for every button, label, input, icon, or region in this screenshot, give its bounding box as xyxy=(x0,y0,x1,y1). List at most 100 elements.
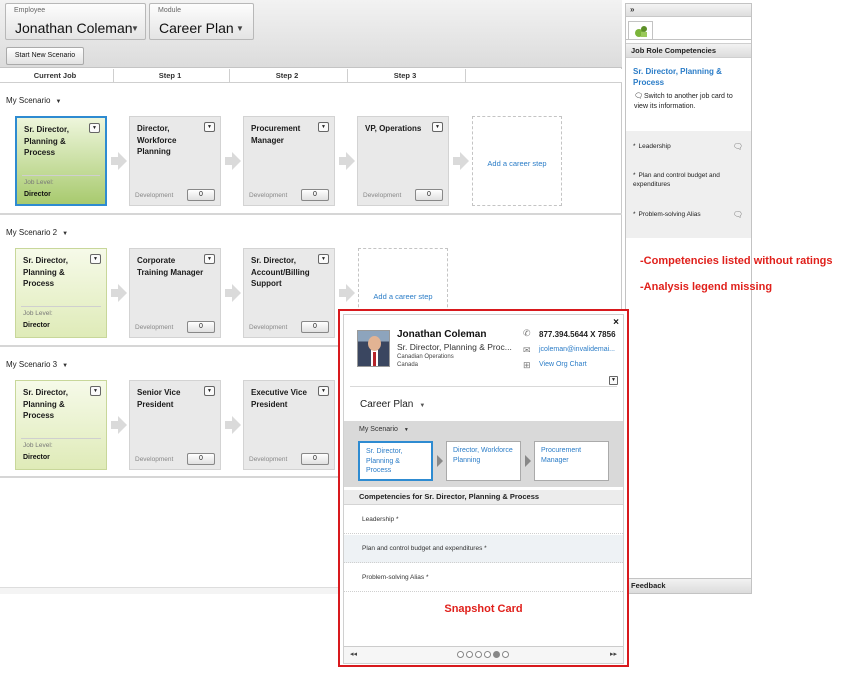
feedback-bar[interactable]: Feedback xyxy=(626,578,751,593)
card-menu-icon[interactable]: ▼ xyxy=(89,123,100,133)
page-dot[interactable] xyxy=(484,651,491,658)
job-card-title: Sr. Director, Planning & Process xyxy=(24,125,69,157)
card-menu-icon[interactable]: ▼ xyxy=(204,386,215,396)
step-arrow-icon xyxy=(453,152,469,170)
page-dot[interactable] xyxy=(502,651,509,658)
column-step-3: Step 3 xyxy=(393,71,417,80)
module-value: Career Plan xyxy=(360,399,414,410)
competency-item: * Plan and control budget and expenditure… xyxy=(633,172,720,188)
development-count-button[interactable]: 0 xyxy=(187,189,215,201)
next-page-button[interactable]: ▸▸ xyxy=(610,650,617,658)
speech-bubble-icon: 🗨 xyxy=(634,93,643,100)
start-new-scenario-button[interactable]: Start New Scenario xyxy=(6,47,84,65)
card-menu-icon[interactable]: ▼ xyxy=(318,254,329,264)
competency-row[interactable]: Plan and control budget and expenditures… xyxy=(344,535,623,563)
scenario-name: My Scenario xyxy=(359,426,398,433)
development-label: Development xyxy=(249,324,288,331)
view-org-chart-link[interactable]: View Org Chart xyxy=(539,361,587,368)
module-selector[interactable]: Career Plan ▼ xyxy=(360,399,425,410)
job-card-title: Procurement Manager xyxy=(251,124,301,145)
page-dot[interactable] xyxy=(457,651,464,658)
job-level-value: Director xyxy=(24,191,51,198)
module-value: Career Plan xyxy=(159,20,234,36)
career-plan-screen: Employee Jonathan Coleman ▼ Module Caree… xyxy=(0,0,867,681)
competency-row[interactable]: Problem-solving Alias * xyxy=(344,564,623,592)
card-menu-icon[interactable]: ▼ xyxy=(90,386,101,396)
step-arrow-icon xyxy=(525,455,531,467)
chevron-down-icon: ▼ xyxy=(403,427,409,433)
job-card-title: Executive Vice President xyxy=(251,388,307,409)
comment-icon[interactable]: 🗨 xyxy=(733,142,743,151)
development-count-button[interactable]: 0 xyxy=(301,453,329,465)
step-arrow-icon xyxy=(225,152,241,170)
development-count-button[interactable]: 0 xyxy=(187,453,215,465)
competency-row[interactable]: Leadership * xyxy=(344,506,623,534)
mini-job-card[interactable]: Procurement Manager xyxy=(534,441,609,481)
employee-country: Canada xyxy=(397,362,419,368)
scenario-name: My Scenario xyxy=(6,96,51,105)
development-count-button[interactable]: 0 xyxy=(301,189,329,201)
mini-job-card[interactable]: Director, Workforce Planning xyxy=(446,441,521,481)
module-selector[interactable]: Module Career Plan ▼ xyxy=(149,3,254,40)
card-menu-icon[interactable]: ▼ xyxy=(90,254,101,264)
job-card-step[interactable]: Senior Vice President ▼ Development 0 xyxy=(129,380,221,470)
page-dot[interactable] xyxy=(466,651,473,658)
job-card-step[interactable]: Sr. Director, Account/Billing Support ▼ … xyxy=(243,248,335,338)
employee-caption: Employee xyxy=(14,7,46,14)
page-dot[interactable] xyxy=(475,651,482,658)
panel-collapse-button[interactable]: » xyxy=(626,4,751,17)
employee-value: Jonathan Coleman xyxy=(15,20,133,36)
step-arrow-icon xyxy=(339,152,355,170)
job-card-current[interactable]: Sr. Director, Planning & Process ▼ Job L… xyxy=(15,248,107,338)
development-label: Development xyxy=(135,324,174,331)
chevron-down-icon: ▼ xyxy=(62,363,69,369)
divider xyxy=(350,386,617,387)
mini-job-card[interactable]: Sr. Director, Planning & Process xyxy=(358,441,433,481)
development-count-button[interactable]: 0 xyxy=(187,321,215,333)
step-arrow-icon xyxy=(111,284,127,302)
competencies-tab[interactable] xyxy=(628,21,653,39)
job-card-step[interactable]: Director, Workforce Planning ▼ Developme… xyxy=(129,116,221,206)
phone-icon: ✆ xyxy=(523,328,531,338)
scenario-title[interactable]: My Scenario ▼ xyxy=(6,96,61,105)
development-count-button[interactable]: 0 xyxy=(415,189,443,201)
employee-selector[interactable]: Employee Jonathan Coleman ▼ xyxy=(5,3,146,40)
panel-info-text: Switch to another job card to view its i… xyxy=(634,93,733,110)
job-card-title: Senior Vice President xyxy=(137,388,181,409)
scenario-selector[interactable]: My Scenario ▼ xyxy=(359,426,409,433)
close-icon[interactable]: × xyxy=(613,317,619,328)
job-card-step[interactable]: Executive Vice President ▼ Development 0 xyxy=(243,380,335,470)
card-menu-icon[interactable]: ▼ xyxy=(318,122,329,132)
job-card-step[interactable]: Procurement Manager ▼ Development 0 xyxy=(243,116,335,206)
column-divider xyxy=(347,69,348,83)
column-step-1: Step 1 xyxy=(158,71,182,80)
development-label: Development xyxy=(135,456,174,463)
job-card-current[interactable]: Sr. Director, Planning & Process ▼ Job L… xyxy=(15,380,107,470)
step-arrow-icon xyxy=(225,284,241,302)
expand-icon[interactable]: ▼ xyxy=(609,376,618,385)
job-card-step[interactable]: Corporate Training Manager ▼ Development… xyxy=(129,248,221,338)
card-menu-icon[interactable]: ▼ xyxy=(318,386,329,396)
competency-list: * Leadership 🗨 * Plan and control budget a… xyxy=(626,131,751,238)
development-count-button[interactable]: 0 xyxy=(301,321,329,333)
previous-page-button[interactable]: ◂◂ xyxy=(350,650,357,658)
comment-icon[interactable]: 🗨 xyxy=(733,210,743,219)
scenario-title[interactable]: My Scenario 3 ▼ xyxy=(6,360,68,369)
toolbar: Employee Jonathan Coleman ▼ Module Caree… xyxy=(0,0,622,68)
card-menu-icon[interactable]: ▼ xyxy=(204,122,215,132)
job-card-current[interactable]: Sr. Director, Planning & Process ▼ Job L… xyxy=(15,116,107,206)
card-divider xyxy=(21,306,101,307)
module-caption: Module xyxy=(158,7,181,14)
selected-role-link[interactable]: Sr. Director, Planning & Process xyxy=(633,66,745,88)
scenario-title[interactable]: My Scenario 2 ▼ xyxy=(6,228,68,237)
job-card-step[interactable]: VP, Operations ▼ Development 0 xyxy=(357,116,449,206)
add-career-step-button[interactable]: Add a career step xyxy=(472,116,562,206)
employee-email-link[interactable]: jcoleman@invalidemai... xyxy=(539,346,615,353)
job-card-title: Sr. Director, Planning & Process xyxy=(23,256,68,288)
step-arrow-icon xyxy=(437,455,443,467)
card-menu-icon[interactable]: ▼ xyxy=(204,254,215,264)
card-divider xyxy=(21,438,101,439)
snapshot-card: × Jonathan Coleman Sr. Director, Plannin… xyxy=(343,314,624,664)
page-dot[interactable] xyxy=(493,651,500,658)
card-menu-icon[interactable]: ▼ xyxy=(432,122,443,132)
